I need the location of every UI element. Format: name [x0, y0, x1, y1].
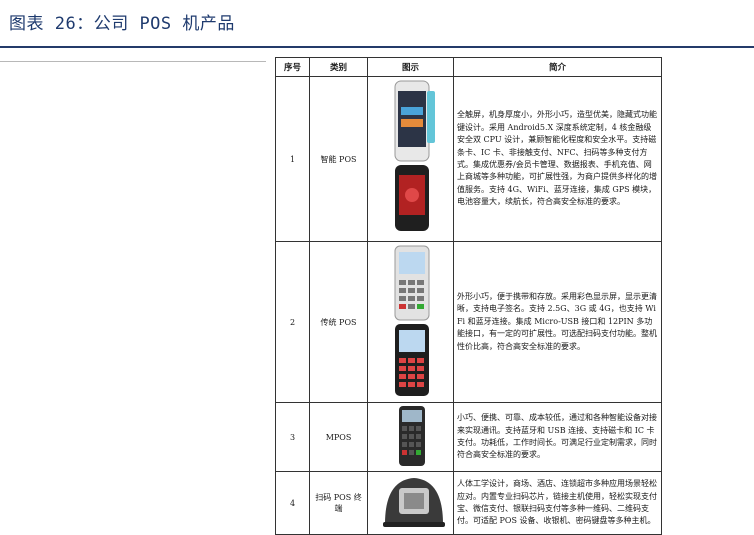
- row-description: 小巧、便携、可靠、成本较低，通过和各种智能设备对接来实现通讯。支持蓝牙和 USB…: [453, 402, 662, 472]
- pos-product-table: 序号 类别 图示 简介 1 智能 POS 全触屏，机身厚度小，外形小巧，造型优美…: [275, 57, 662, 535]
- row-category: 扫码 POS 终端: [309, 471, 368, 535]
- scan-pos-image: [367, 471, 454, 535]
- row-description: 外形小巧，便于携带和存放。采用彩色显示屏，显示更清晰，支持电子签名。支持 2.5…: [453, 241, 662, 403]
- row-num: 4: [275, 471, 310, 535]
- smart-pos-device-icon: [394, 80, 435, 231]
- table-row: 2 传统 POS 外形小巧，便于携带和存放。采用彩色显示屏，显示更清晰，支持电子…: [275, 241, 662, 403]
- header-description: 简介: [453, 57, 662, 77]
- table-row: 4 扫码 POS 终端 人体工学设计，商场、酒店、连锁超市多种应用场景轻松应对。…: [275, 471, 662, 535]
- traditional-pos-device-icon: [394, 245, 430, 396]
- row-description: 人体工学设计，商场、酒店、连锁超市多种应用场景轻松应对。内置专业扫码芯片，链接主…: [453, 471, 662, 535]
- table-row: 3 MPOS 小巧、便携、可靠、成本较低，通过和各种智能设备对接来实现通讯。支持…: [275, 402, 662, 472]
- table-row: 1 智能 POS 全触屏，机身厚度小，外形小巧，造型优美，隐藏式功能键设计。采用…: [275, 76, 662, 242]
- row-num: 2: [275, 241, 310, 403]
- traditional-pos-image: [367, 241, 454, 403]
- smart-pos-image: [367, 76, 454, 242]
- row-num: 1: [275, 76, 310, 242]
- title-divider: [0, 46, 754, 48]
- table-header-row: 序号 类别 图示 简介: [275, 57, 662, 77]
- header-num: 序号: [275, 57, 310, 77]
- page-title: 图表 26：公司 POS 机产品: [9, 14, 235, 34]
- row-description: 全触屏，机身厚度小，外形小巧，造型优美，隐藏式功能键设计。采用 Android5…: [453, 76, 662, 242]
- header-category: 类别: [309, 57, 368, 77]
- left-divider: [0, 61, 266, 62]
- mpos-device-icon: [399, 406, 425, 466]
- header-image: 图示: [367, 57, 454, 77]
- scan-pos-device-icon: [383, 478, 445, 527]
- row-num: 3: [275, 402, 310, 472]
- row-category: MPOS: [309, 402, 368, 472]
- row-category: 智能 POS: [309, 76, 368, 242]
- mpos-image: [367, 402, 454, 472]
- row-category: 传统 POS: [309, 241, 368, 403]
